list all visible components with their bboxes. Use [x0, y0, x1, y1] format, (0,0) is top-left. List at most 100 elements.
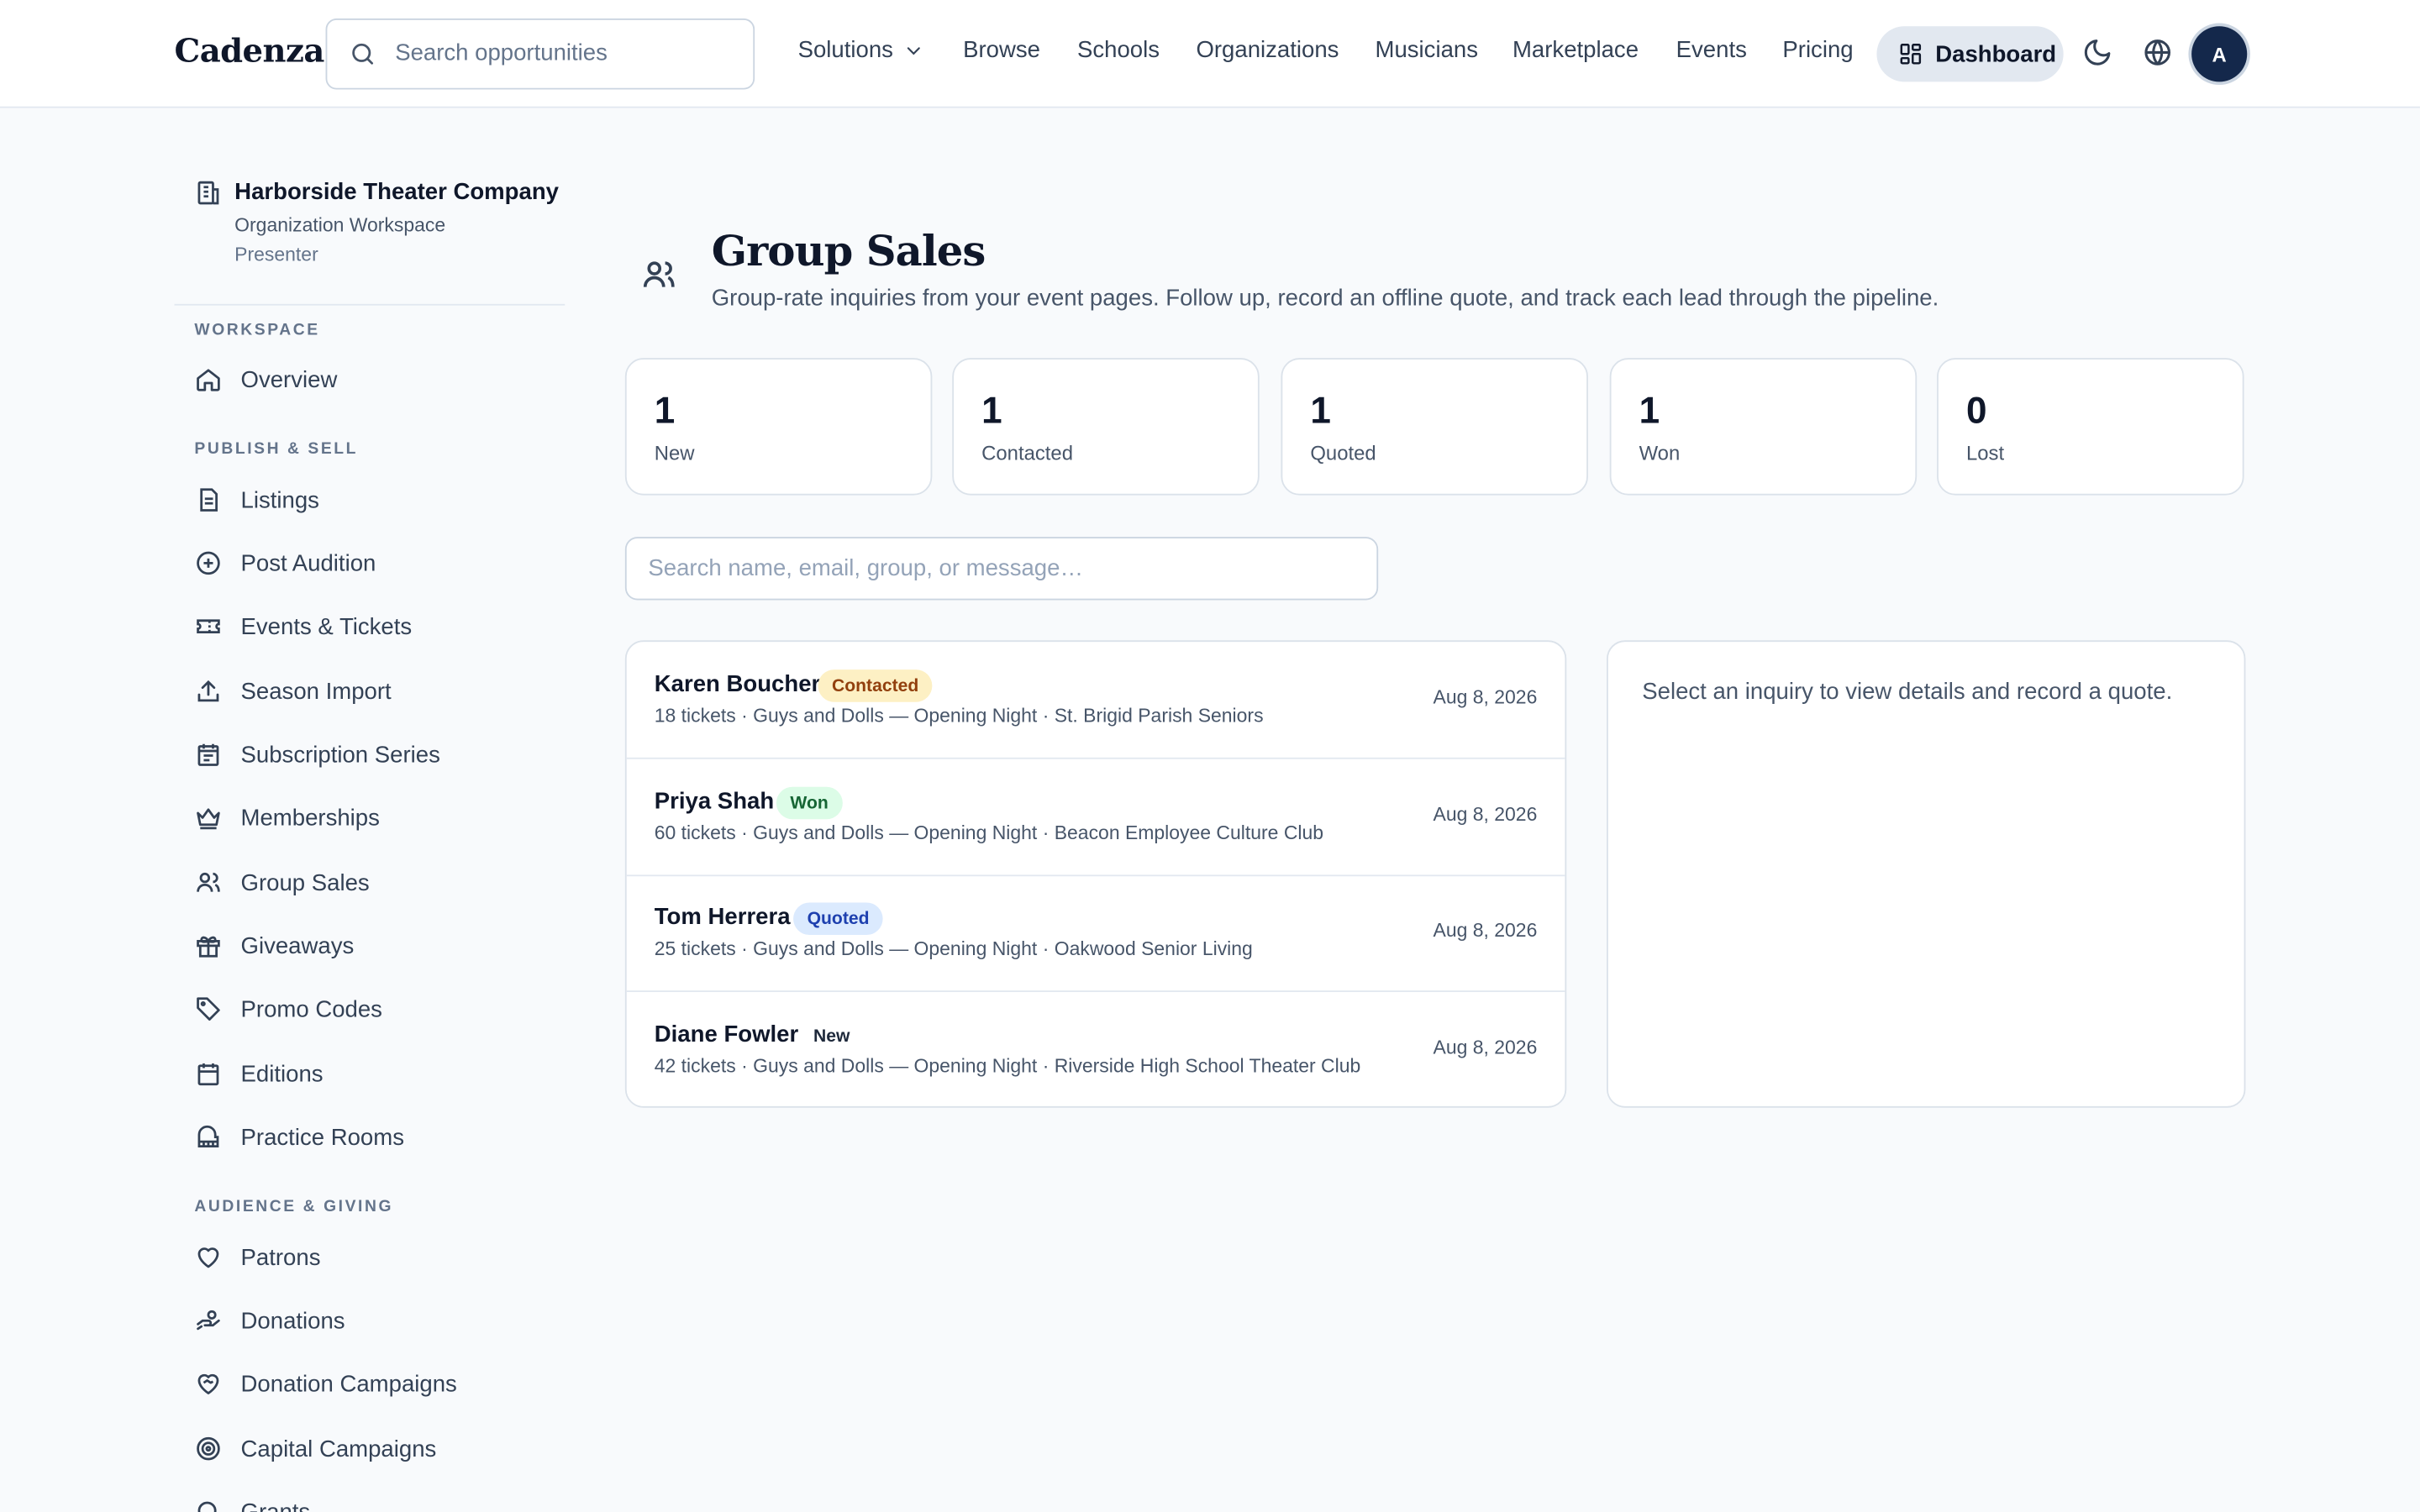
- tag-icon: [197, 997, 220, 1021]
- page-title: Group Sales: [711, 228, 986, 276]
- inquiry-meta: 25 tickets · Guys and Dolls — Opening Ni…: [654, 937, 1253, 960]
- sidebar-item-promo-codes[interactable]: Promo Codes: [194, 990, 382, 1027]
- inquiry-name: Tom Herrera: [654, 904, 791, 931]
- gift-icon: [197, 936, 220, 958]
- inquiry-meta: 42 tickets · Guys and Dolls — Opening Ni…: [654, 1055, 1361, 1078]
- sidebar-item-label: Capital Campaigns: [240, 1436, 437, 1462]
- stat-value: 0: [1965, 390, 1987, 433]
- sidebar-item-label: Promo Codes: [240, 995, 382, 1022]
- opportunity-search[interactable]: Search opportunities: [325, 18, 755, 90]
- calendar-list-icon: [197, 743, 219, 766]
- sidebar-item-label: Giveaways: [240, 932, 355, 959]
- sidebar-item-listings[interactable]: Listings: [194, 481, 319, 518]
- sidebar-item-label: Donations: [240, 1307, 345, 1334]
- moon-icon[interactable]: [2082, 37, 2113, 68]
- inquiry-meta: 18 tickets · Guys and Dolls — Opening Ni…: [654, 705, 1264, 727]
- org-role: Presenter: [234, 244, 318, 265]
- sidebar-item-events-tickets[interactable]: Events & Tickets: [194, 608, 412, 645]
- user-avatar[interactable]: A: [2191, 26, 2248, 82]
- globe-icon[interactable]: [2142, 37, 2173, 68]
- stat-label: Quoted: [1310, 441, 1376, 465]
- page-root: Cadenza Search opportunities Solutions B…: [0, 0, 2420, 1512]
- org-name: Harborside Theater Company: [234, 179, 560, 206]
- sidebar-item-grants[interactable]: Grants: [194, 1494, 310, 1512]
- stat-label: New: [654, 441, 695, 465]
- sidebar-item-season-import[interactable]: Season Import: [194, 673, 392, 710]
- nav-musicians[interactable]: Musicians: [1375, 37, 1477, 63]
- dashboard-grid-icon: [1900, 44, 1922, 65]
- sidebar-item-giveaways[interactable]: Giveaways: [194, 927, 354, 964]
- heart-handshake-icon: [197, 1373, 219, 1394]
- inquiry-name: Priya Shah: [654, 788, 775, 815]
- status-badge: Won: [776, 786, 843, 820]
- nav-schools[interactable]: Schools: [1077, 37, 1160, 63]
- sidebar-item-practice-rooms[interactable]: Practice Rooms: [194, 1119, 404, 1156]
- sidebar-item-editions[interactable]: Editions: [194, 1055, 324, 1092]
- sidebar-item-label: Listings: [240, 486, 319, 513]
- nav-solutions-label: Solutions: [797, 37, 893, 64]
- crown-icon: [197, 808, 220, 830]
- inquiry-name: Karen Boucher: [654, 670, 821, 698]
- heart-icon: [197, 1247, 219, 1268]
- search-icon: [197, 1501, 217, 1512]
- inquiry-date: Aug 8, 2026: [1433, 919, 1538, 942]
- status-badge: Contacted: [818, 669, 933, 702]
- sidebar-item-donations[interactable]: Donations: [194, 1302, 345, 1339]
- building-icon: [197, 181, 219, 205]
- sidebar-item-post-audition[interactable]: Post Audition: [194, 544, 376, 581]
- stat-card-new: 1 New: [624, 358, 933, 496]
- dashboard-label: Dashboard: [1935, 40, 2057, 67]
- sidebar-item-memberships[interactable]: Memberships: [194, 799, 380, 836]
- page-subtitle: Group-rate inquiries from your event pag…: [711, 285, 1939, 312]
- sidebar-item-label: Memberships: [240, 804, 380, 832]
- sidebar-item-group-sales[interactable]: Group Sales: [194, 864, 370, 901]
- inquiry-row[interactable]: Karen Boucher Contacted 18 tickets · Guy…: [626, 642, 1565, 759]
- sidebar-divider: [174, 303, 566, 306]
- inquiry-row[interactable]: Diane Fowler New 42 tickets · Guys and D…: [627, 992, 1565, 1106]
- sidebar-item-subscription-series[interactable]: Subscription Series: [194, 736, 440, 773]
- dashboard-button[interactable]: Dashboard: [1876, 26, 2064, 82]
- section-workspace: WORKSPACE: [194, 321, 320, 340]
- brand-logo[interactable]: Cadenza: [175, 31, 325, 70]
- nav-browse[interactable]: Browse: [963, 37, 1040, 63]
- org-workspace: Organization Workspace: [234, 214, 446, 237]
- nav-organizations[interactable]: Organizations: [1196, 37, 1339, 63]
- stat-label: Lost: [1965, 441, 2005, 465]
- sidebar-item-patrons[interactable]: Patrons: [194, 1239, 320, 1276]
- plus-circle-icon: [197, 551, 220, 575]
- stat-value: 1: [981, 390, 1002, 433]
- sidebar-item-label: Season Import: [240, 678, 392, 705]
- inquiry-date: Aug 8, 2026: [1433, 686, 1538, 709]
- chevron-down-icon: [907, 46, 920, 55]
- upload-icon: [197, 680, 219, 702]
- users-icon: [197, 872, 220, 892]
- search-icon: [352, 43, 374, 65]
- home-icon: [197, 369, 220, 391]
- calendar-icon: [197, 1063, 219, 1086]
- sidebar-item-label: Patrons: [240, 1244, 321, 1271]
- inquiry-meta: 60 tickets · Guys and Dolls — Opening Ni…: [654, 822, 1324, 844]
- inquiry-row[interactable]: Priya Shah Won 60 tickets · Guys and Dol…: [626, 759, 1565, 877]
- status-badge: New: [799, 1020, 864, 1053]
- stat-card-contacted: 1 Contacted: [952, 358, 1260, 496]
- stat-label: Won: [1639, 441, 1681, 465]
- sidebar-item-label: Donation Campaigns: [240, 1370, 457, 1398]
- inquiry-detail-panel: Select an inquiry to view details and re…: [1607, 640, 2246, 1108]
- stat-value: 1: [1310, 390, 1331, 433]
- nav-solutions[interactable]: Solutions: [798, 37, 924, 63]
- nav-events[interactable]: Events: [1676, 37, 1747, 63]
- nav-pricing[interactable]: Pricing: [1782, 37, 1853, 63]
- sidebar-item-label: Events & Tickets: [240, 613, 413, 640]
- sidebar-item-overview[interactable]: Overview: [194, 361, 337, 398]
- users-icon: [643, 261, 675, 287]
- target-icon: [197, 1436, 220, 1461]
- sidebar-item-label: Practice Rooms: [240, 1124, 404, 1151]
- inquiry-search-input[interactable]: Search name, email, group, or message…: [624, 537, 1379, 601]
- nav-marketplace[interactable]: Marketplace: [1512, 37, 1639, 63]
- inquiry-row[interactable]: Tom Herrera Quoted 25 tickets · Guys and…: [626, 874, 1565, 992]
- section-publish-sell: PUBLISH & SELL: [194, 439, 359, 459]
- sidebar-item-capital-campaigns[interactable]: Capital Campaigns: [194, 1431, 436, 1467]
- ticket-icon: [197, 619, 220, 633]
- sidebar-item-donation-campaigns[interactable]: Donation Campaigns: [194, 1365, 457, 1402]
- stat-value: 1: [1639, 390, 1660, 433]
